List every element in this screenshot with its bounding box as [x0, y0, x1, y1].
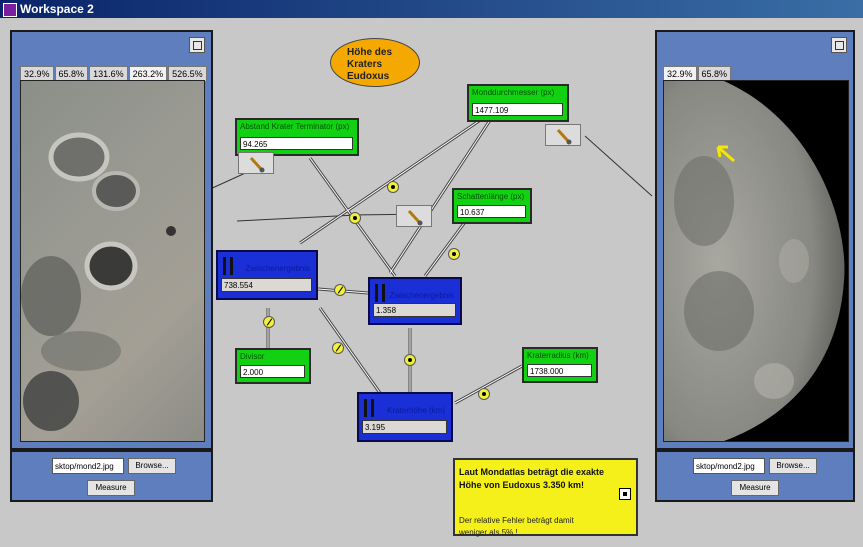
node-value-field: 738.554	[221, 278, 312, 292]
note-body-line-2: weniger als 5% !	[459, 528, 518, 537]
moon-closeup-image[interactable]	[20, 80, 205, 442]
note-heading-line-1: Laut Mondatlas beträgt die exakte	[459, 467, 605, 477]
measure-button[interactable]: Measure	[731, 480, 779, 496]
crater-closeup-drawing	[21, 132, 176, 431]
right-file-panel: sktop/mond2.jpg Browse... Measure	[655, 450, 855, 502]
browse-button[interactable]: Browse...	[128, 458, 176, 474]
calc-node-1[interactable]: Zwischenergebnis 738.554	[216, 250, 318, 300]
input-node-monddurchmesser[interactable]: Monddurchmesser (px) 1477.109	[467, 84, 569, 122]
note-body-line-1: Der relative Fehler beträgt damit	[459, 516, 574, 525]
connector-divide-icon[interactable]	[332, 342, 344, 354]
calc-node-2[interactable]: Zwischenergebnis 1.358	[368, 277, 462, 325]
note-collapse-icon[interactable]	[619, 488, 631, 500]
title-line-2: Eudoxus	[347, 71, 390, 82]
connector-dot-icon[interactable]	[387, 181, 399, 193]
operator-icon	[375, 284, 385, 302]
maximize-icon[interactable]	[831, 37, 847, 53]
input-node-schattenlaenge[interactable]: Schattenlänge (px) 10.637	[452, 188, 532, 224]
measure-tool-button[interactable]	[238, 152, 274, 174]
node-label: Kraterhöhe (km)	[387, 406, 445, 415]
connector-dot-icon[interactable]	[478, 388, 490, 400]
input-node-abstand[interactable]: Abstand Krater Terminator (px) 94.265	[235, 118, 359, 156]
input-node-kraterradius[interactable]: Kraterradius (km) 1738.000	[522, 347, 598, 383]
input-node-divisor[interactable]: Divisor 2.000	[235, 348, 311, 384]
measure-button[interactable]: Measure	[87, 480, 135, 496]
title-line-1: Höhe des Kraters	[347, 47, 393, 70]
node-label: Abstand Krater Terminator (px)	[240, 122, 350, 131]
node-label: Schattenlänge (px)	[457, 192, 525, 201]
node-value-field[interactable]: 10.637	[457, 205, 526, 218]
node-label: Zwischenergebnis	[389, 291, 454, 300]
measure-tool-icon	[556, 128, 572, 145]
window-titlebar[interactable]: Workspace 2	[0, 0, 863, 18]
operator-icon	[364, 399, 374, 417]
connector-divide-icon[interactable]	[263, 316, 275, 328]
note-heading: Laut Mondatlas beträgt die exakte Höhe v…	[459, 466, 604, 492]
note-body: Der relative Fehler beträgt damit wenige…	[459, 515, 574, 539]
connector-dot-icon[interactable]	[448, 248, 460, 260]
node-label: Zwischenergebnis	[245, 264, 310, 273]
measure-tool-button[interactable]	[545, 124, 581, 146]
connector-dot-icon[interactable]	[404, 354, 416, 366]
file-path-field[interactable]: sktop/mond2.jpg	[693, 458, 765, 474]
left-file-panel: sktop/mond2.jpg Browse... Measure	[10, 450, 213, 502]
title-oval-text: Höhe des Kraters Eudoxus	[347, 47, 419, 83]
title-oval[interactable]: Höhe des Kraters Eudoxus	[330, 38, 420, 87]
node-label: Divisor	[240, 352, 265, 361]
node-value-field[interactable]: 1477.109	[472, 103, 563, 116]
measure-tool-icon	[249, 156, 265, 173]
right-image-panel: 32.9% 65.8%	[655, 30, 855, 450]
file-path-field[interactable]: sktop/mond2.jpg	[52, 458, 124, 474]
node-value-field: 3.195	[362, 420, 447, 434]
half-moon-image[interactable]	[663, 80, 849, 442]
left-image-panel: 32.9% 65.8% 131.6% 263.2% 526.5%	[10, 30, 213, 450]
node-value-field[interactable]: 1738.000	[527, 364, 592, 377]
node-value-field[interactable]: 94.265	[240, 137, 353, 150]
app-icon	[3, 3, 17, 17]
node-label: Monddurchmesser (px)	[472, 88, 555, 97]
window-title: Workspace 2	[20, 2, 94, 16]
browse-button[interactable]: Browse...	[769, 458, 817, 474]
maximize-icon[interactable]	[189, 37, 205, 53]
measure-tool-button[interactable]	[396, 205, 432, 227]
half-moon-drawing	[664, 81, 845, 441]
info-note[interactable]: Laut Mondatlas beträgt die exakte Höhe v…	[453, 458, 638, 539]
node-value-field[interactable]: 2.000	[240, 365, 305, 378]
measure-tool-icon	[407, 209, 423, 226]
node-value-field: 1.358	[373, 303, 456, 317]
calc-node-result[interactable]: Kraterhöhe (km) 3.195	[357, 392, 453, 442]
note-heading-line-2: Höhe von Eudoxus 3.350 km!	[459, 480, 585, 490]
connector-dot-icon[interactable]	[349, 212, 361, 224]
operator-icon	[223, 257, 233, 275]
connector-divide-icon[interactable]	[334, 284, 346, 296]
node-label: Kraterradius (km)	[527, 351, 589, 360]
